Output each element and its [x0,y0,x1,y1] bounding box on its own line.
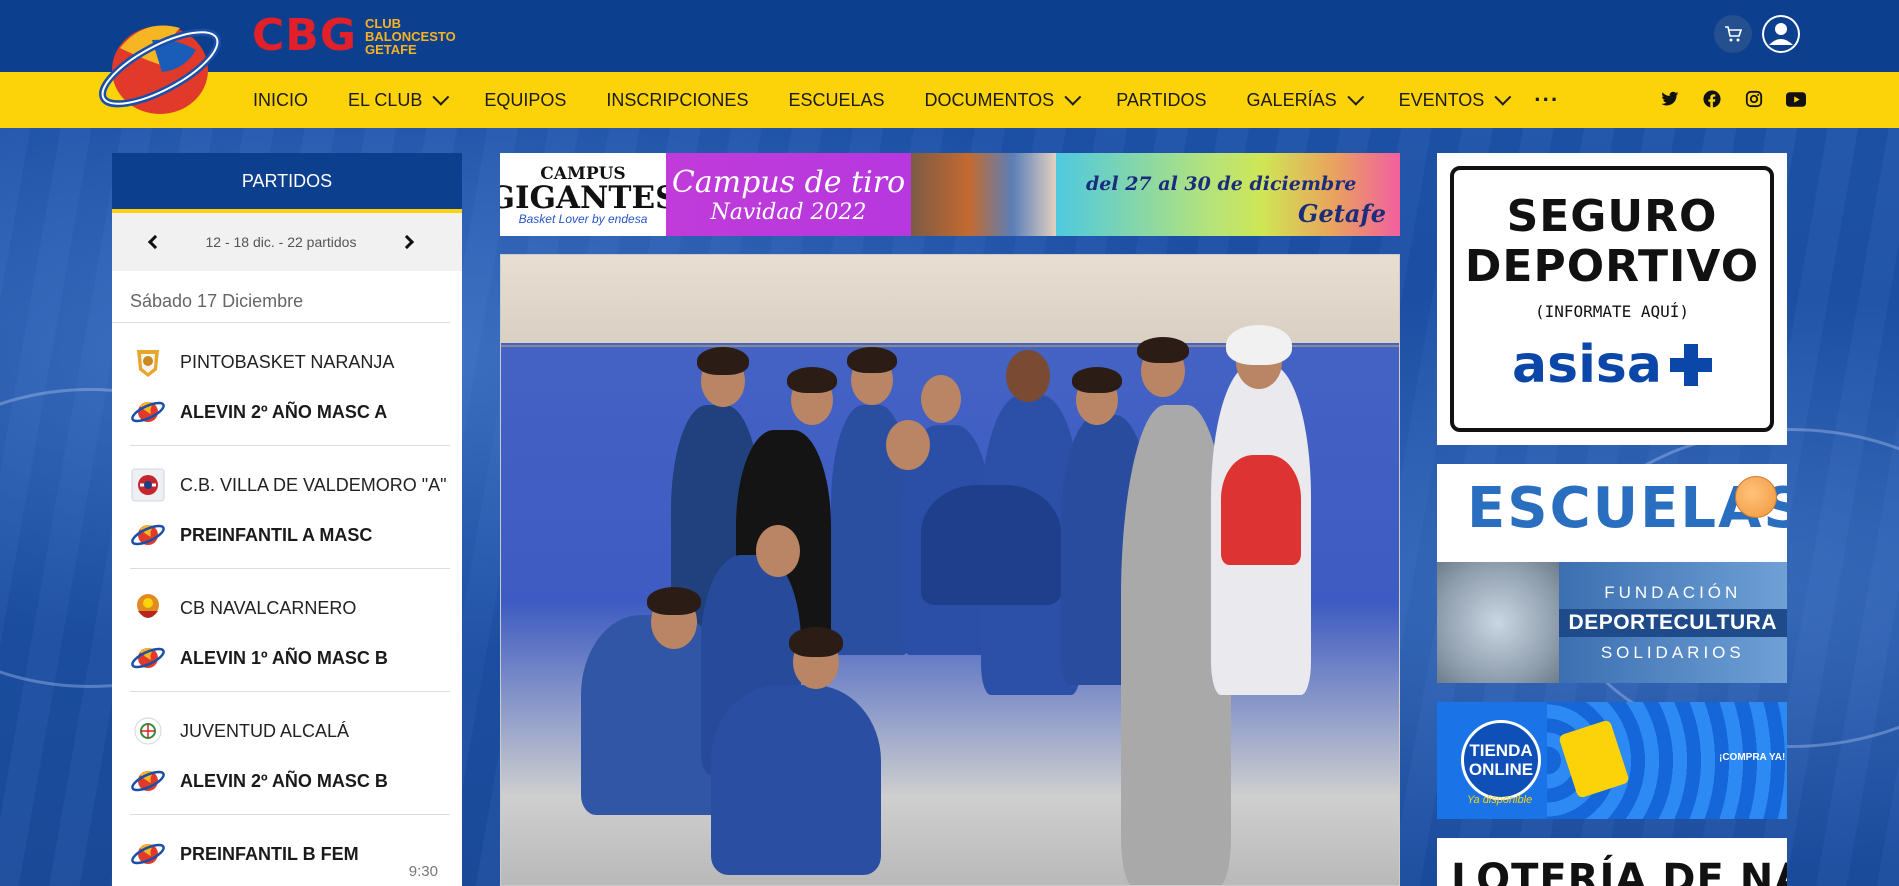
nav-item-inicio[interactable]: INICIO [253,90,308,111]
home-team: ALEVIN 1º AÑO MASC B [130,633,450,683]
compra-ya-label: ¡COMPRA YA! [1719,752,1786,763]
team-name: JUVENTUD ALCALÁ [180,720,350,741]
instagram-icon[interactable] [1744,89,1764,109]
week-navigator: 12 - 18 dic. - 22 partidos [112,213,462,271]
asisa-logo: asisa [1512,335,1712,395]
chevron-down-icon [432,88,450,106]
youtube-icon[interactable] [1786,89,1806,109]
user-icon [1764,17,1798,51]
nav-item-el-club[interactable]: EL CLUB [348,88,450,111]
fundacion-logo [1437,562,1559,683]
team-name: PINTOBASKET NARANJA [180,351,395,372]
cbg-logo-icon [130,836,166,872]
chevron-right-icon[interactable] [399,234,415,250]
matches-title: PARTIDOS [112,153,462,213]
cbg-logo-icon [130,394,166,430]
match-item[interactable]: PINTOBASKET NARANJA ALEVIN 2º AÑO MASC A [130,323,450,446]
chevron-left-icon[interactable] [147,234,163,250]
campus-photo [911,153,1056,236]
match-item[interactable]: JUVENTUD ALCALÁ ALEVIN 2º AÑO MASC B [130,692,450,815]
nav-item-eventos[interactable]: EVENTOS [1399,88,1512,111]
campus-title: Campus de tiro Navidad 2022 [666,153,911,236]
away-team: JUVENTUD ALCALÁ [130,706,450,756]
matches-panel: PARTIDOS 12 - 18 dic. - 22 partidos Sába… [112,153,462,886]
team-name: PREINFANTIL B FEM [180,843,359,864]
team-name: ALEVIN 1º AÑO MASC B [180,647,388,668]
team-name: CB NAVALCARNERO [180,597,357,618]
basketball-icon [1735,476,1777,518]
club-logo[interactable] [92,10,228,116]
nav-item-equipos[interactable]: EQUIPOS [484,90,566,111]
match-time: 9:30 [408,863,438,880]
escuelas-ad[interactable]: ESCUELAS FUNDACIÓN DEPORTECULTURA SOLIDA… [1437,464,1787,683]
social-links [1660,89,1806,109]
team-name: ALEVIN 2º AÑO MASC A [180,401,388,422]
team-name: C.B. VILLA DE VALDEMORO "A" [180,474,447,495]
chevron-down-icon [1064,88,1082,106]
team-name: ALEVIN 2º AÑO MASC B [180,770,388,791]
day-label: Sábado 17 Diciembre [112,271,450,323]
cbg-logo-icon [130,517,166,553]
match-item[interactable]: PREINFANTIL B FEM 9:30 [130,815,450,886]
cbg-logo-icon [130,640,166,676]
campus-gigantes-logo: CAMPUS GIGANTES Basket Lover by endesa [500,153,677,236]
team-photo[interactable] [500,254,1400,886]
nav-item-escuelas[interactable]: ESCUELAS [788,90,884,111]
home-team: ALEVIN 2º AÑO MASC B [130,756,450,806]
loteria-ad[interactable]: LOTERÍA DE NAVIDAD [1437,838,1787,886]
twitter-icon[interactable] [1660,89,1680,109]
away-team: C.B. VILLA DE VALDEMORO "A" [130,460,450,510]
cart-icon [1725,26,1743,42]
campus-dates: del 27 al 30 de diciembre Getafe [1056,153,1400,236]
nav-item-inscripciones[interactable]: INSCRIPCIONES [606,90,748,111]
pintobasket-logo-icon [130,344,166,380]
plus-icon [1669,344,1712,386]
home-team: PREINFANTIL B FEM [130,829,450,879]
main-nav: INICIO EL CLUB EQUIPOS INSCRIPCIONES ESC… [253,72,1559,128]
tienda-subtitle: Ya disponible [1467,794,1533,806]
campus-banner[interactable]: CAMPUS GIGANTES Basket Lover by endesa C… [500,153,1400,236]
navalcarnero-logo-icon [130,590,166,626]
match-item[interactable]: C.B. VILLA DE VALDEMORO "A" PREINFANTIL … [130,446,450,569]
away-team: CB NAVALCARNERO [130,583,450,633]
cbg-logo-icon [130,763,166,799]
facebook-icon[interactable] [1702,89,1722,109]
week-label: 12 - 18 dic. - 22 partidos [205,234,357,250]
brand-subtitle: CLUB BALONCESTO GETAFE [364,15,456,57]
nav-item-galerias[interactable]: GALERÍAS [1247,88,1364,111]
team-name: PREINFANTIL A MASC [180,524,373,545]
chevron-down-icon [1494,88,1512,106]
cart-button[interactable] [1714,15,1752,53]
brand[interactable]: CBG CLUB BALONCESTO GETAFE [252,14,456,58]
nav-item-documentos[interactable]: DOCUMENTOS [925,88,1082,111]
match-item[interactable]: CB NAVALCARNERO ALEVIN 1º AÑO MASC B [130,569,450,692]
home-team: ALEVIN 2º AÑO MASC A [130,387,450,437]
home-team: PREINFANTIL A MASC [130,510,450,560]
nav-more-button[interactable]: ··· [1534,87,1559,113]
valdemoro-logo-icon [130,467,166,503]
away-team: PINTOBASKET NARANJA [130,337,450,387]
tienda-title: TIENDA ONLINE [1461,720,1541,800]
juventud-alcala-logo-icon [130,713,166,749]
brand-name: CBG [252,10,357,61]
seguro-deportivo-ad[interactable]: SEGURO DEPORTIVO (INFORMATE AQUÍ) asisa [1437,153,1787,445]
chevron-down-icon [1346,88,1364,106]
nav-item-partidos[interactable]: PARTIDOS [1116,90,1206,111]
user-button[interactable] [1762,15,1800,53]
tienda-online-ad[interactable]: TIENDA ONLINE ¡COMPRA YA! Ya disponible [1437,702,1787,819]
